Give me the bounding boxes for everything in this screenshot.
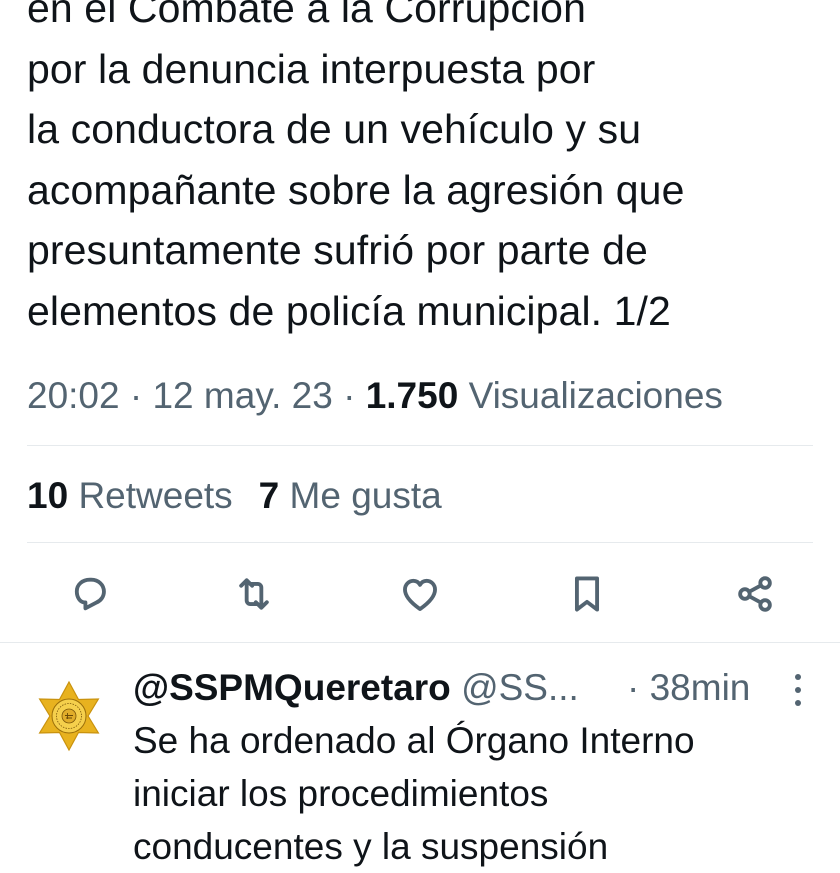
reply-handle[interactable]: @SS... (461, 667, 579, 708)
retweets-count: 10 (27, 475, 69, 516)
tweet-date[interactable]: 12 may. 23 (152, 375, 332, 416)
tweet-time[interactable]: 20:02 (27, 375, 120, 416)
like-button[interactable] (394, 568, 446, 620)
meta-separator: · (129, 375, 143, 416)
share-icon (738, 576, 772, 612)
retweet-button[interactable] (228, 568, 280, 620)
reply-text-line: Se ha ordenado al Órgano Interno (133, 720, 695, 761)
share-button[interactable] (729, 568, 781, 620)
reply-time-ago: 38min (649, 667, 751, 708)
police-star-badge-icon (38, 680, 100, 752)
reply-text: Se ha ordenado al Órgano Interno iniciar… (133, 714, 823, 873)
views-label[interactable]: Visualizaciones (469, 375, 723, 416)
more-options-icon[interactable] (786, 670, 810, 710)
tweet-text-line: acompañante sobre la agresión que (27, 166, 685, 213)
retweets-stat[interactable]: 10 Retweets (27, 475, 233, 516)
like-heart-icon (403, 578, 437, 611)
reply-text-line: conducentes y la suspensión (133, 826, 609, 867)
avatar[interactable] (33, 680, 105, 752)
bookmark-icon (574, 576, 600, 612)
bookmark-button[interactable] (561, 568, 613, 620)
reply-icon (74, 577, 106, 611)
meta-separator: · (343, 375, 356, 416)
likes-count: 7 (258, 475, 280, 516)
reply-button[interactable] (64, 568, 116, 620)
reply-tweet[interactable]: @SSPMQueretaro @SS... · 38min Se ha orde… (0, 660, 840, 867)
tweet-text-line: presuntamente sufrió por parte de (27, 227, 648, 273)
time-separator: · (627, 667, 640, 708)
tweet-text-line: la conductora de un vehículo y su (27, 106, 642, 152)
tweet-text: en el Combate a la Corrupción por la den… (27, 0, 827, 341)
views-count[interactable]: 1.750 (366, 375, 459, 416)
tweet-text-line: por la denuncia interpuesta por (27, 45, 596, 92)
tweet-text-line: elementos de policía municipal. 1/2 (27, 287, 671, 334)
retweets-label: Retweets (78, 475, 233, 516)
reply-text-line: iniciar los procedimientos (133, 773, 549, 814)
divider (27, 445, 813, 446)
divider (0, 642, 840, 643)
reply-author[interactable]: @SSPMQueretaro @SS... (133, 664, 579, 712)
reply-display-name[interactable]: @SSPMQueretaro (133, 667, 451, 708)
tweet-text-line: en el Combate a la Corrupción (27, 0, 586, 31)
likes-label: Me gusta (289, 475, 442, 516)
divider (27, 542, 813, 543)
tweet-action-bar (0, 568, 840, 620)
reply-timestamp[interactable]: · 38min (627, 664, 750, 712)
likes-stat[interactable]: 7 Me gusta (259, 475, 442, 516)
tweet-metadata: 20:02 · 12 may. 23 · 1.750 Visualizacion… (27, 372, 723, 420)
engagement-stats: 10 Retweets 7 Me gusta (27, 472, 442, 520)
retweet-icon (239, 578, 269, 610)
